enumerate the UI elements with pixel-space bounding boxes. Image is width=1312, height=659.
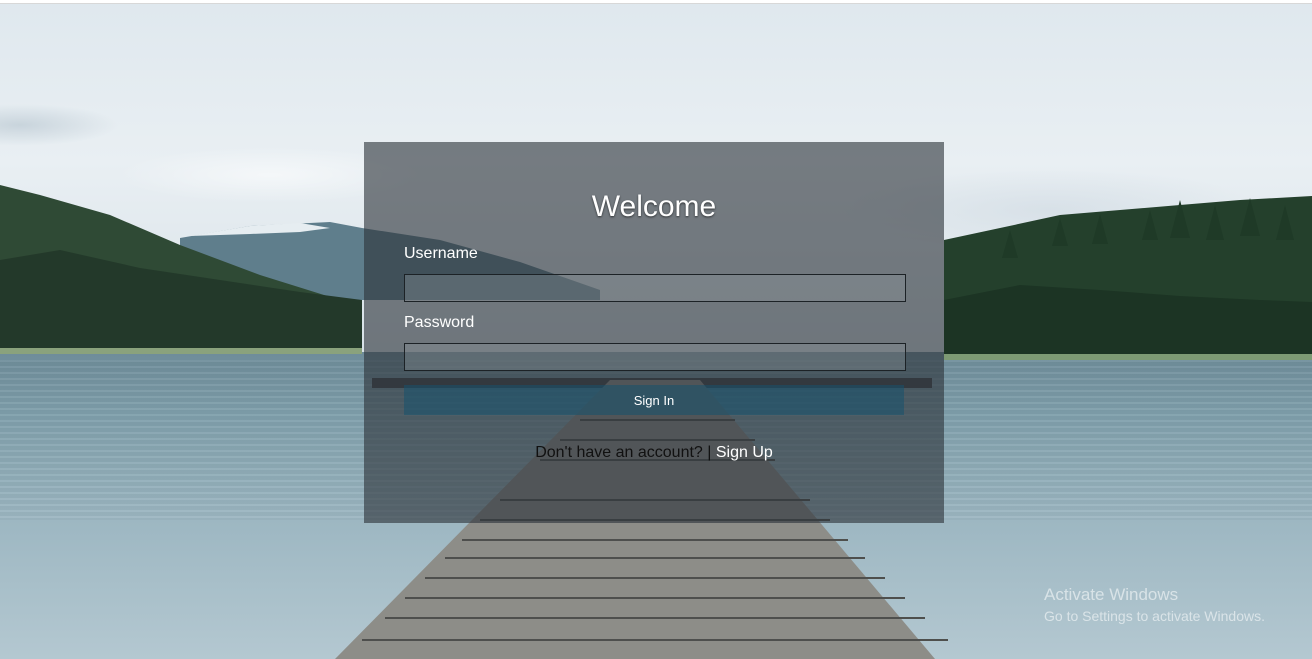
welcome-title: Welcome (591, 190, 717, 223)
signup-prompt: Don't have an account? (535, 444, 703, 461)
signup-separator: | (707, 444, 716, 461)
watermark-subtitle: Go to Settings to activate Windows. (1044, 608, 1265, 624)
left-shore (0, 348, 362, 354)
watermark-title: Activate Windows (1044, 585, 1179, 604)
sign-in-button[interactable]: Sign In (404, 385, 904, 415)
right-shore (944, 354, 1312, 360)
login-card: Welcome Username Password Sign In Don't … (364, 142, 944, 523)
sign-up-link[interactable]: Sign Up (716, 444, 773, 461)
password-label: Password (404, 314, 475, 331)
login-page: Welcome Username Password Sign In Don't … (0, 0, 1312, 659)
username-label: Username (404, 245, 478, 262)
username-input[interactable] (404, 274, 906, 302)
password-input[interactable] (404, 343, 906, 371)
signup-row: Don't have an account? | Sign Up (364, 444, 944, 462)
windows-activation-watermark: Activate Windows Go to Settings to activ… (1044, 585, 1265, 624)
browser-top-edge (0, 0, 1312, 4)
